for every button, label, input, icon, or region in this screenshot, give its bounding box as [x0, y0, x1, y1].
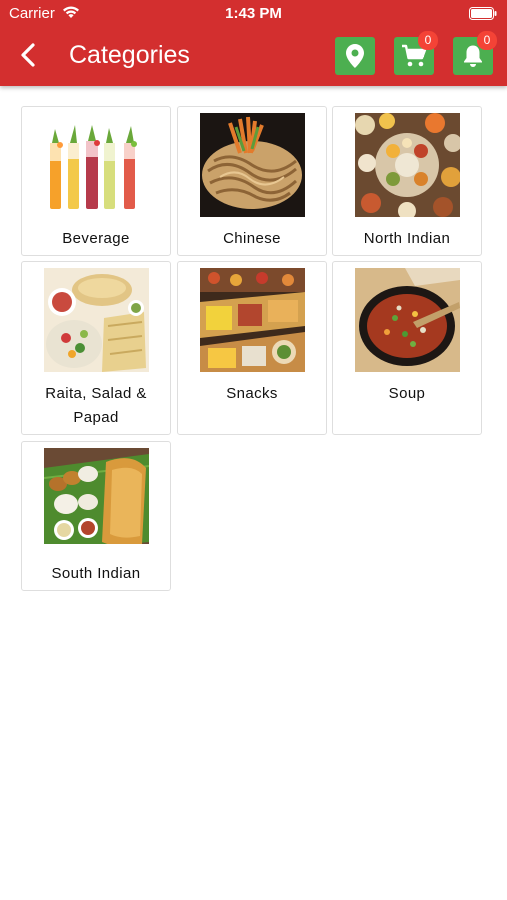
chevron-left-icon: [21, 43, 35, 67]
snacks-image: [200, 268, 305, 372]
location-pin-icon: [346, 44, 364, 68]
category-card-raita-salad-papad[interactable]: Raita, Salad & Papad: [21, 261, 171, 435]
south-indian-image: [44, 448, 149, 552]
category-card-chinese[interactable]: Chinese: [177, 106, 327, 256]
category-card-beverage[interactable]: Beverage: [21, 106, 171, 256]
north-indian-image: [355, 113, 460, 217]
category-card-south-indian[interactable]: South Indian: [21, 441, 171, 591]
notification-count-badge: 0: [477, 31, 497, 50]
chinese-image: [200, 113, 305, 217]
category-label: Soup: [388, 385, 426, 402]
back-button[interactable]: [14, 40, 44, 70]
category-label: Snacks: [226, 385, 278, 402]
app-bar: Carrier 1:43 PM Categories 0 0: [0, 0, 507, 86]
category-label: Raita, Salad & Papad: [45, 385, 147, 426]
category-label: North Indian: [363, 230, 451, 247]
location-button[interactable]: [335, 37, 375, 75]
page-title: Categories: [69, 41, 190, 69]
cart-button[interactable]: 0: [394, 31, 438, 75]
battery-icon: [469, 7, 497, 20]
beverage-image: [44, 113, 149, 217]
category-label: Beverage: [62, 230, 130, 247]
cart-count-badge: 0: [418, 31, 438, 50]
category-card-snacks[interactable]: Snacks: [177, 261, 327, 435]
status-bar: Carrier 1:43 PM: [0, 0, 507, 28]
category-card-north-indian[interactable]: North Indian: [332, 106, 482, 256]
raita-salad-papad-image: [44, 268, 149, 372]
category-label: Chinese: [223, 230, 281, 247]
clock: 1:43 PM: [225, 5, 282, 22]
soup-image: [355, 268, 460, 372]
notifications-button[interactable]: 0: [453, 31, 497, 75]
category-label: South Indian: [51, 565, 141, 582]
category-card-soup[interactable]: Soup: [332, 261, 482, 435]
